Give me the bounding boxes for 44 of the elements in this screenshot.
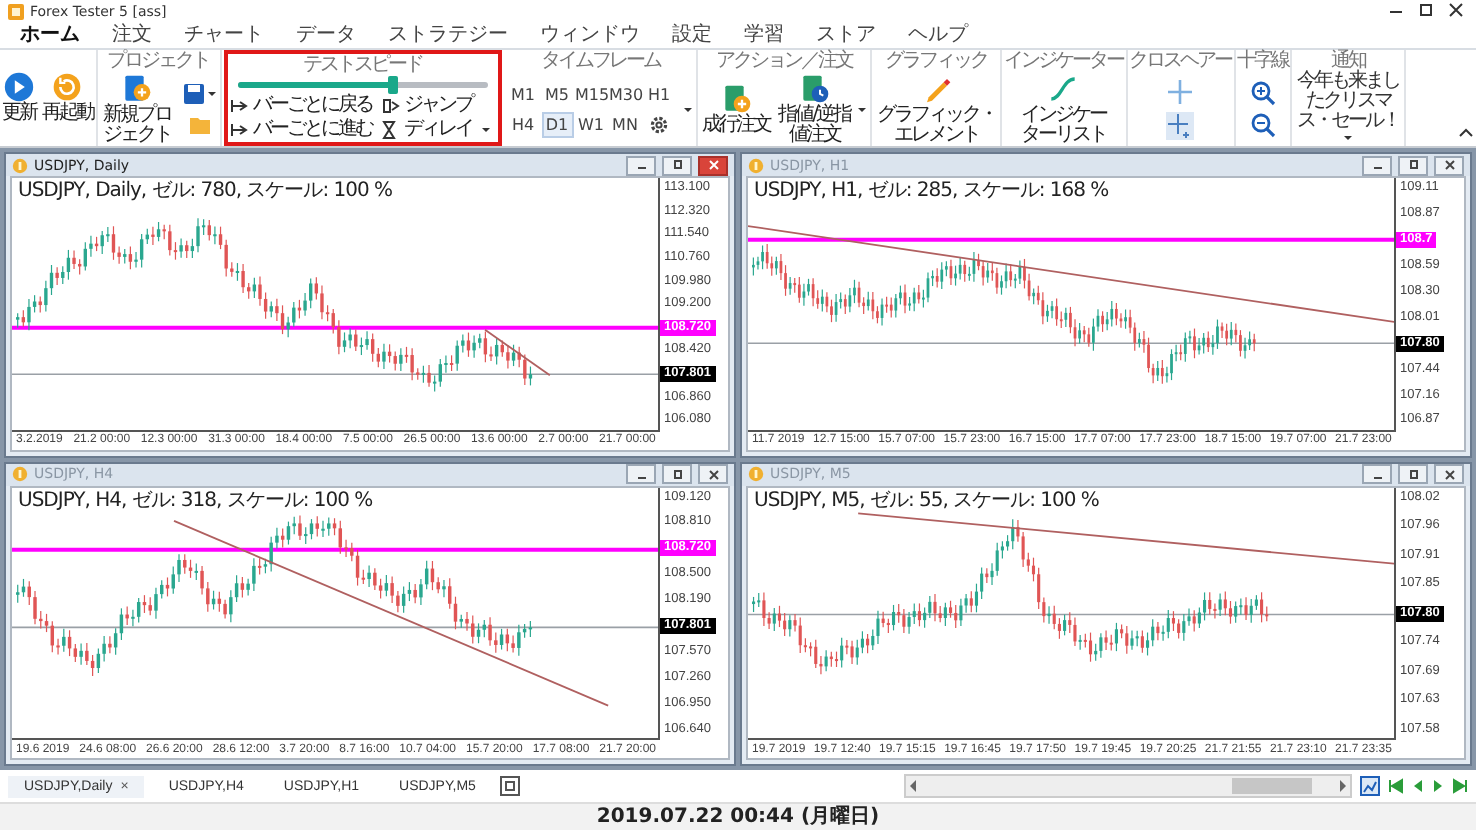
timeframe-button[interactable]: H4 — [507, 111, 539, 137]
menu-tab[interactable]: ヘルプ — [892, 22, 984, 48]
ribbon-button[interactable]: グラフィック・エレメント — [874, 73, 998, 145]
group-label: 十字線 — [1237, 50, 1288, 72]
timeframe-button[interactable]: M15 — [575, 81, 607, 107]
chart-info: USDJPY, M5, ゼル: 55, スケール: 100 % — [752, 487, 1101, 513]
group-label: 通知 — [1331, 50, 1365, 72]
timeframe-button[interactable]: M30 — [609, 81, 641, 107]
menu-tab[interactable]: 設定 — [656, 22, 728, 48]
menu-tab[interactable]: チャート — [168, 22, 280, 48]
ribbon-button[interactable]: 成行注文 — [700, 83, 772, 135]
menu-tab[interactable]: ストア — [800, 22, 892, 48]
menu-tab[interactable]: ウィンドウ — [524, 22, 656, 48]
ribbon-button[interactable]: バーごとに進む — [229, 118, 372, 142]
ribbon-button[interactable]: 指値/逆指値注文 — [778, 73, 850, 145]
ribbon-button[interactable]: ディレイ — [380, 118, 472, 142]
ribbon-button[interactable]: インジケーターリスト — [1017, 73, 1110, 145]
ribbon-button[interactable]: 更新 — [2, 72, 36, 124]
group-label: グラフィック — [885, 50, 987, 72]
menu-tab[interactable]: 学習 — [728, 22, 800, 48]
menu-tab[interactable]: 注文 — [96, 22, 168, 48]
new-project-button[interactable]: 新規プロジェクト — [99, 73, 175, 145]
chart-info: USDJPY, Daily, ゼル: 780, スケール: 100 % — [16, 178, 395, 204]
group-label: プロジェクト — [107, 50, 209, 72]
menu-tab[interactable]: データ — [280, 22, 372, 48]
status-datetime: 2019.07.22 00:44 (月曜日) — [596, 805, 880, 829]
group-label: インジケーター — [1004, 50, 1123, 72]
group-label: テストスピード — [303, 54, 422, 76]
timeframe-button[interactable]: M5 — [541, 81, 573, 107]
timeframe-button[interactable]: W1 — [575, 111, 607, 137]
chart-info: USDJPY, H4, ゼル: 318, スケール: 100 % — [16, 487, 375, 513]
ribbon-button[interactable]: ジャンプ — [380, 94, 472, 118]
group-label: クロスヘアー — [1129, 50, 1231, 72]
notification-text[interactable]: 今年も来ましたクリスマス・セール！ — [1294, 72, 1402, 132]
group-label: アクション／注文 — [716, 50, 852, 72]
timeframe-button[interactable]: MN — [609, 111, 641, 137]
timeframe-button[interactable]: M1 — [507, 81, 539, 107]
menu-tab[interactable]: ストラテジー — [372, 22, 524, 48]
chart-info: USDJPY, H1, ゼル: 285, スケール: 168 % — [752, 178, 1111, 204]
ribbon-button[interactable]: バーごとに戻る — [229, 94, 372, 118]
timeframe-button[interactable]: H1 — [643, 81, 675, 107]
ribbon-button[interactable]: 再起動 — [42, 72, 93, 124]
timeframe-button[interactable]: D1 — [541, 111, 573, 137]
group-label: タイムフレーム — [540, 50, 660, 72]
